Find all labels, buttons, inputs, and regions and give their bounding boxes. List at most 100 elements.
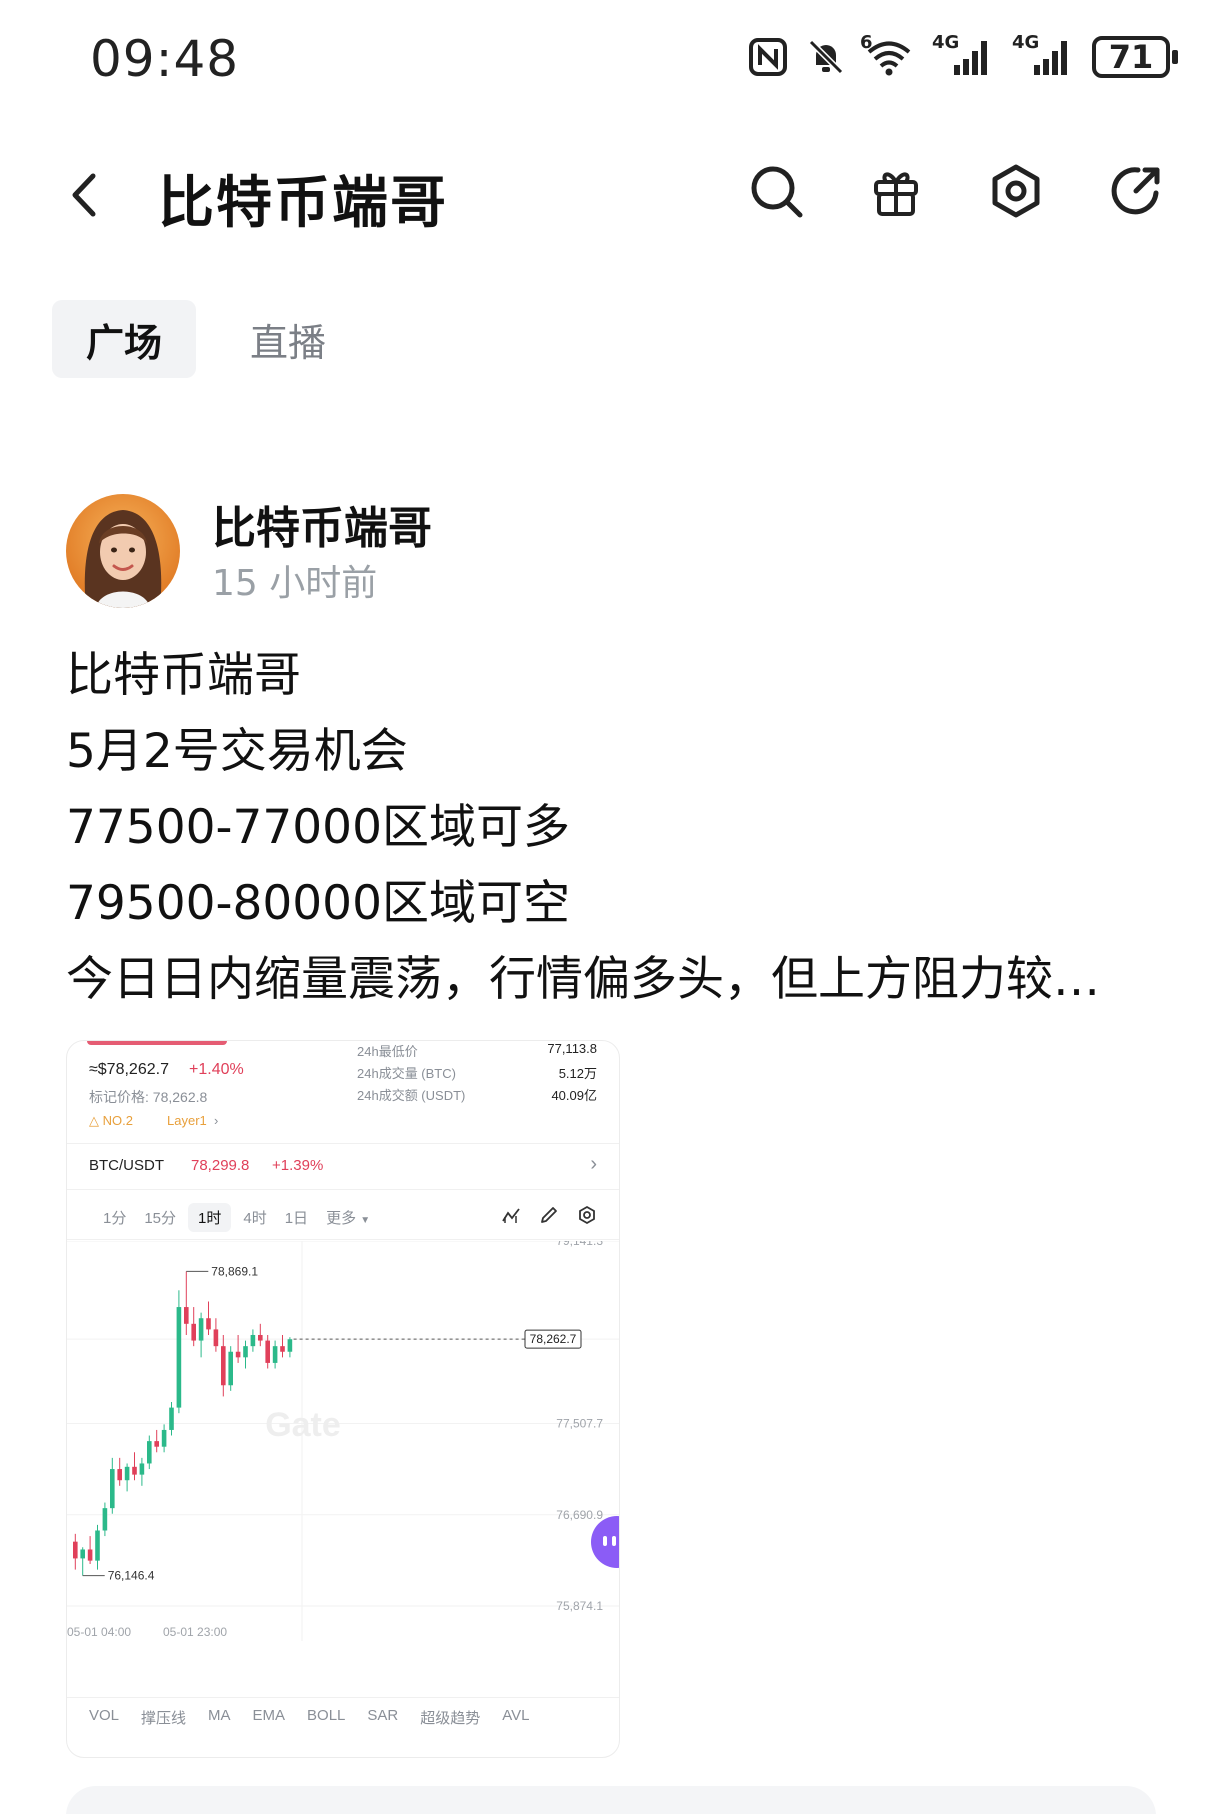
tab-bar: 广场 直播: [52, 300, 360, 378]
wifi-badge: 6: [860, 32, 873, 53]
timeframe-4h[interactable]: 4时: [237, 1203, 272, 1232]
signal-label-1: 4G: [932, 32, 960, 53]
post-line: 77500-77000区域可多: [66, 800, 570, 855]
draw-pen-icon[interactable]: [539, 1205, 559, 1225]
candle-body: [258, 1334, 263, 1341]
attached-screenshot[interactable]: ≈$78,262.7 +1.40% 标记价格: 78,262.8 △ NO.2 …: [66, 1040, 620, 1758]
x-tick-label: 05-01 23:00: [163, 1625, 227, 1639]
mute-bell-icon: [806, 32, 846, 82]
battery-icon: 71: [1092, 36, 1178, 78]
indicator-avl[interactable]: AVL: [502, 1707, 529, 1728]
status-icons: 6 4G 4G 71: [748, 32, 1178, 82]
indicator-boll[interactable]: BOLL: [307, 1707, 345, 1728]
timeframe-bar: 1分 15分 1时 4时 1日 更多 ▼: [97, 1203, 376, 1232]
change-pct: +1.40%: [189, 1061, 244, 1078]
rank-badge: △ NO.2: [89, 1113, 133, 1129]
chevron-right-icon[interactable]: ›: [590, 1153, 597, 1176]
candle-body: [132, 1466, 137, 1475]
indicator-supertrend[interactable]: 超级趋势: [420, 1707, 480, 1728]
search-button[interactable]: [747, 162, 805, 220]
status-bar: 09:48 6 4G 4G 71: [0, 0, 1220, 120]
candle-body: [184, 1307, 189, 1324]
back-button[interactable]: [55, 165, 115, 225]
timeframe-1h[interactable]: 1时: [188, 1203, 232, 1232]
comment-bar[interactable]: [66, 1786, 1156, 1814]
candle-body: [139, 1463, 145, 1475]
indicator-icon[interactable]: [501, 1205, 521, 1225]
category-label: Layer1: [167, 1113, 207, 1128]
settings-hex-icon: [992, 164, 1040, 218]
candle-body: [147, 1441, 152, 1464]
timeframe-more-label: 更多: [326, 1210, 357, 1227]
timeframe-more[interactable]: 更多 ▼: [320, 1203, 376, 1232]
stat-value: 40.09亿: [551, 1088, 597, 1103]
top-nav: 比特币端哥: [0, 140, 1220, 250]
fire-icon: △: [89, 1113, 99, 1128]
share-button[interactable]: [1107, 162, 1165, 220]
caret-down-icon: ▼: [360, 1215, 371, 1226]
signal-label-2: 4G: [1012, 32, 1040, 53]
candle-body: [213, 1329, 219, 1347]
post-body[interactable]: 比特币端哥 5月2号交易机会 77500-77000区域可多 79500-800…: [66, 638, 1176, 1018]
signal-icon: 4G: [1012, 32, 1074, 82]
indicator-ma[interactable]: MA: [208, 1707, 231, 1728]
post-line: 5月2号交易机会: [66, 724, 408, 779]
share-refresh-icon: [1111, 167, 1160, 215]
stat-label: 24h最低价: [357, 1044, 418, 1059]
candle-body: [80, 1549, 85, 1559]
indicator-support[interactable]: 撑压线: [141, 1707, 186, 1728]
tab-square[interactable]: 广场: [52, 300, 197, 378]
y-tick-label: 76,690.9: [556, 1508, 603, 1522]
approx-price: ≈$78,262.7: [89, 1061, 169, 1078]
post-time: 15 小时前: [212, 563, 378, 604]
page-title: 比特币端哥: [158, 171, 448, 236]
y-tick-label: 79,141.3: [556, 1241, 603, 1248]
candle-body: [124, 1466, 130, 1481]
candle-body: [243, 1346, 248, 1358]
candle-body: [265, 1340, 270, 1363]
mark-price: 标记价格: 78,262.8: [89, 1089, 208, 1105]
candle-body: [228, 1351, 233, 1386]
high-label: 78,869.1: [211, 1264, 258, 1278]
indicator-ema[interactable]: EMA: [253, 1707, 286, 1728]
indicator-vol[interactable]: VOL: [89, 1707, 119, 1728]
wifi-icon: 6: [860, 32, 914, 82]
indicator-sar[interactable]: SAR: [367, 1707, 398, 1728]
gift-button[interactable]: [867, 162, 925, 220]
divider: [67, 1189, 619, 1190]
assistant-eye: [612, 1536, 616, 1546]
search-icon: [751, 166, 803, 218]
candle-body: [198, 1318, 204, 1341]
timeframe-1d[interactable]: 1日: [279, 1203, 314, 1232]
y-tick-label: 75,874.1: [556, 1599, 603, 1613]
divider: [67, 1239, 619, 1240]
candlestick-chart[interactable]: Gate 79,141.3 77,507.7 76,690.9 75,874.1 78,2…: [67, 1241, 620, 1641]
candle-body: [280, 1346, 285, 1352]
candle-body: [161, 1429, 167, 1447]
category-tag[interactable]: Layer1 ›: [167, 1113, 218, 1128]
current-price-label: 78,262.7: [530, 1332, 577, 1346]
stat-label: 24h成交量 (BTC): [357, 1066, 456, 1081]
candle-body: [221, 1346, 226, 1386]
status-time: 09:48: [90, 30, 240, 88]
tab-live[interactable]: 直播: [216, 300, 360, 378]
pair-price: 78,299.8: [191, 1157, 250, 1174]
rank-badge-label: NO.2: [102, 1113, 133, 1128]
price-cutoff: [87, 1041, 227, 1045]
timeframe-1m[interactable]: 1分: [97, 1203, 132, 1232]
post-line: 79500-80000区域可空: [66, 876, 570, 931]
avatar[interactable]: [66, 494, 180, 608]
timeframe-15m[interactable]: 15分: [138, 1203, 182, 1232]
back-arrow-icon: [72, 173, 96, 217]
chart-settings-icon[interactable]: [577, 1205, 597, 1225]
watermark: Gate: [265, 1406, 341, 1444]
y-tick-label: 77,507.7: [556, 1417, 603, 1431]
settings-button[interactable]: [987, 162, 1045, 220]
candle-body: [73, 1541, 78, 1559]
pair-name: BTC/USDT: [89, 1157, 164, 1174]
author-name[interactable]: 比特币端哥: [212, 492, 432, 556]
candle-body: [154, 1441, 159, 1447]
post-line: 今日日内缩量震荡，行情偏多头，但上方阻力较…: [66, 952, 1100, 1007]
nav-actions: [747, 162, 1165, 220]
candle-body: [206, 1318, 211, 1330]
